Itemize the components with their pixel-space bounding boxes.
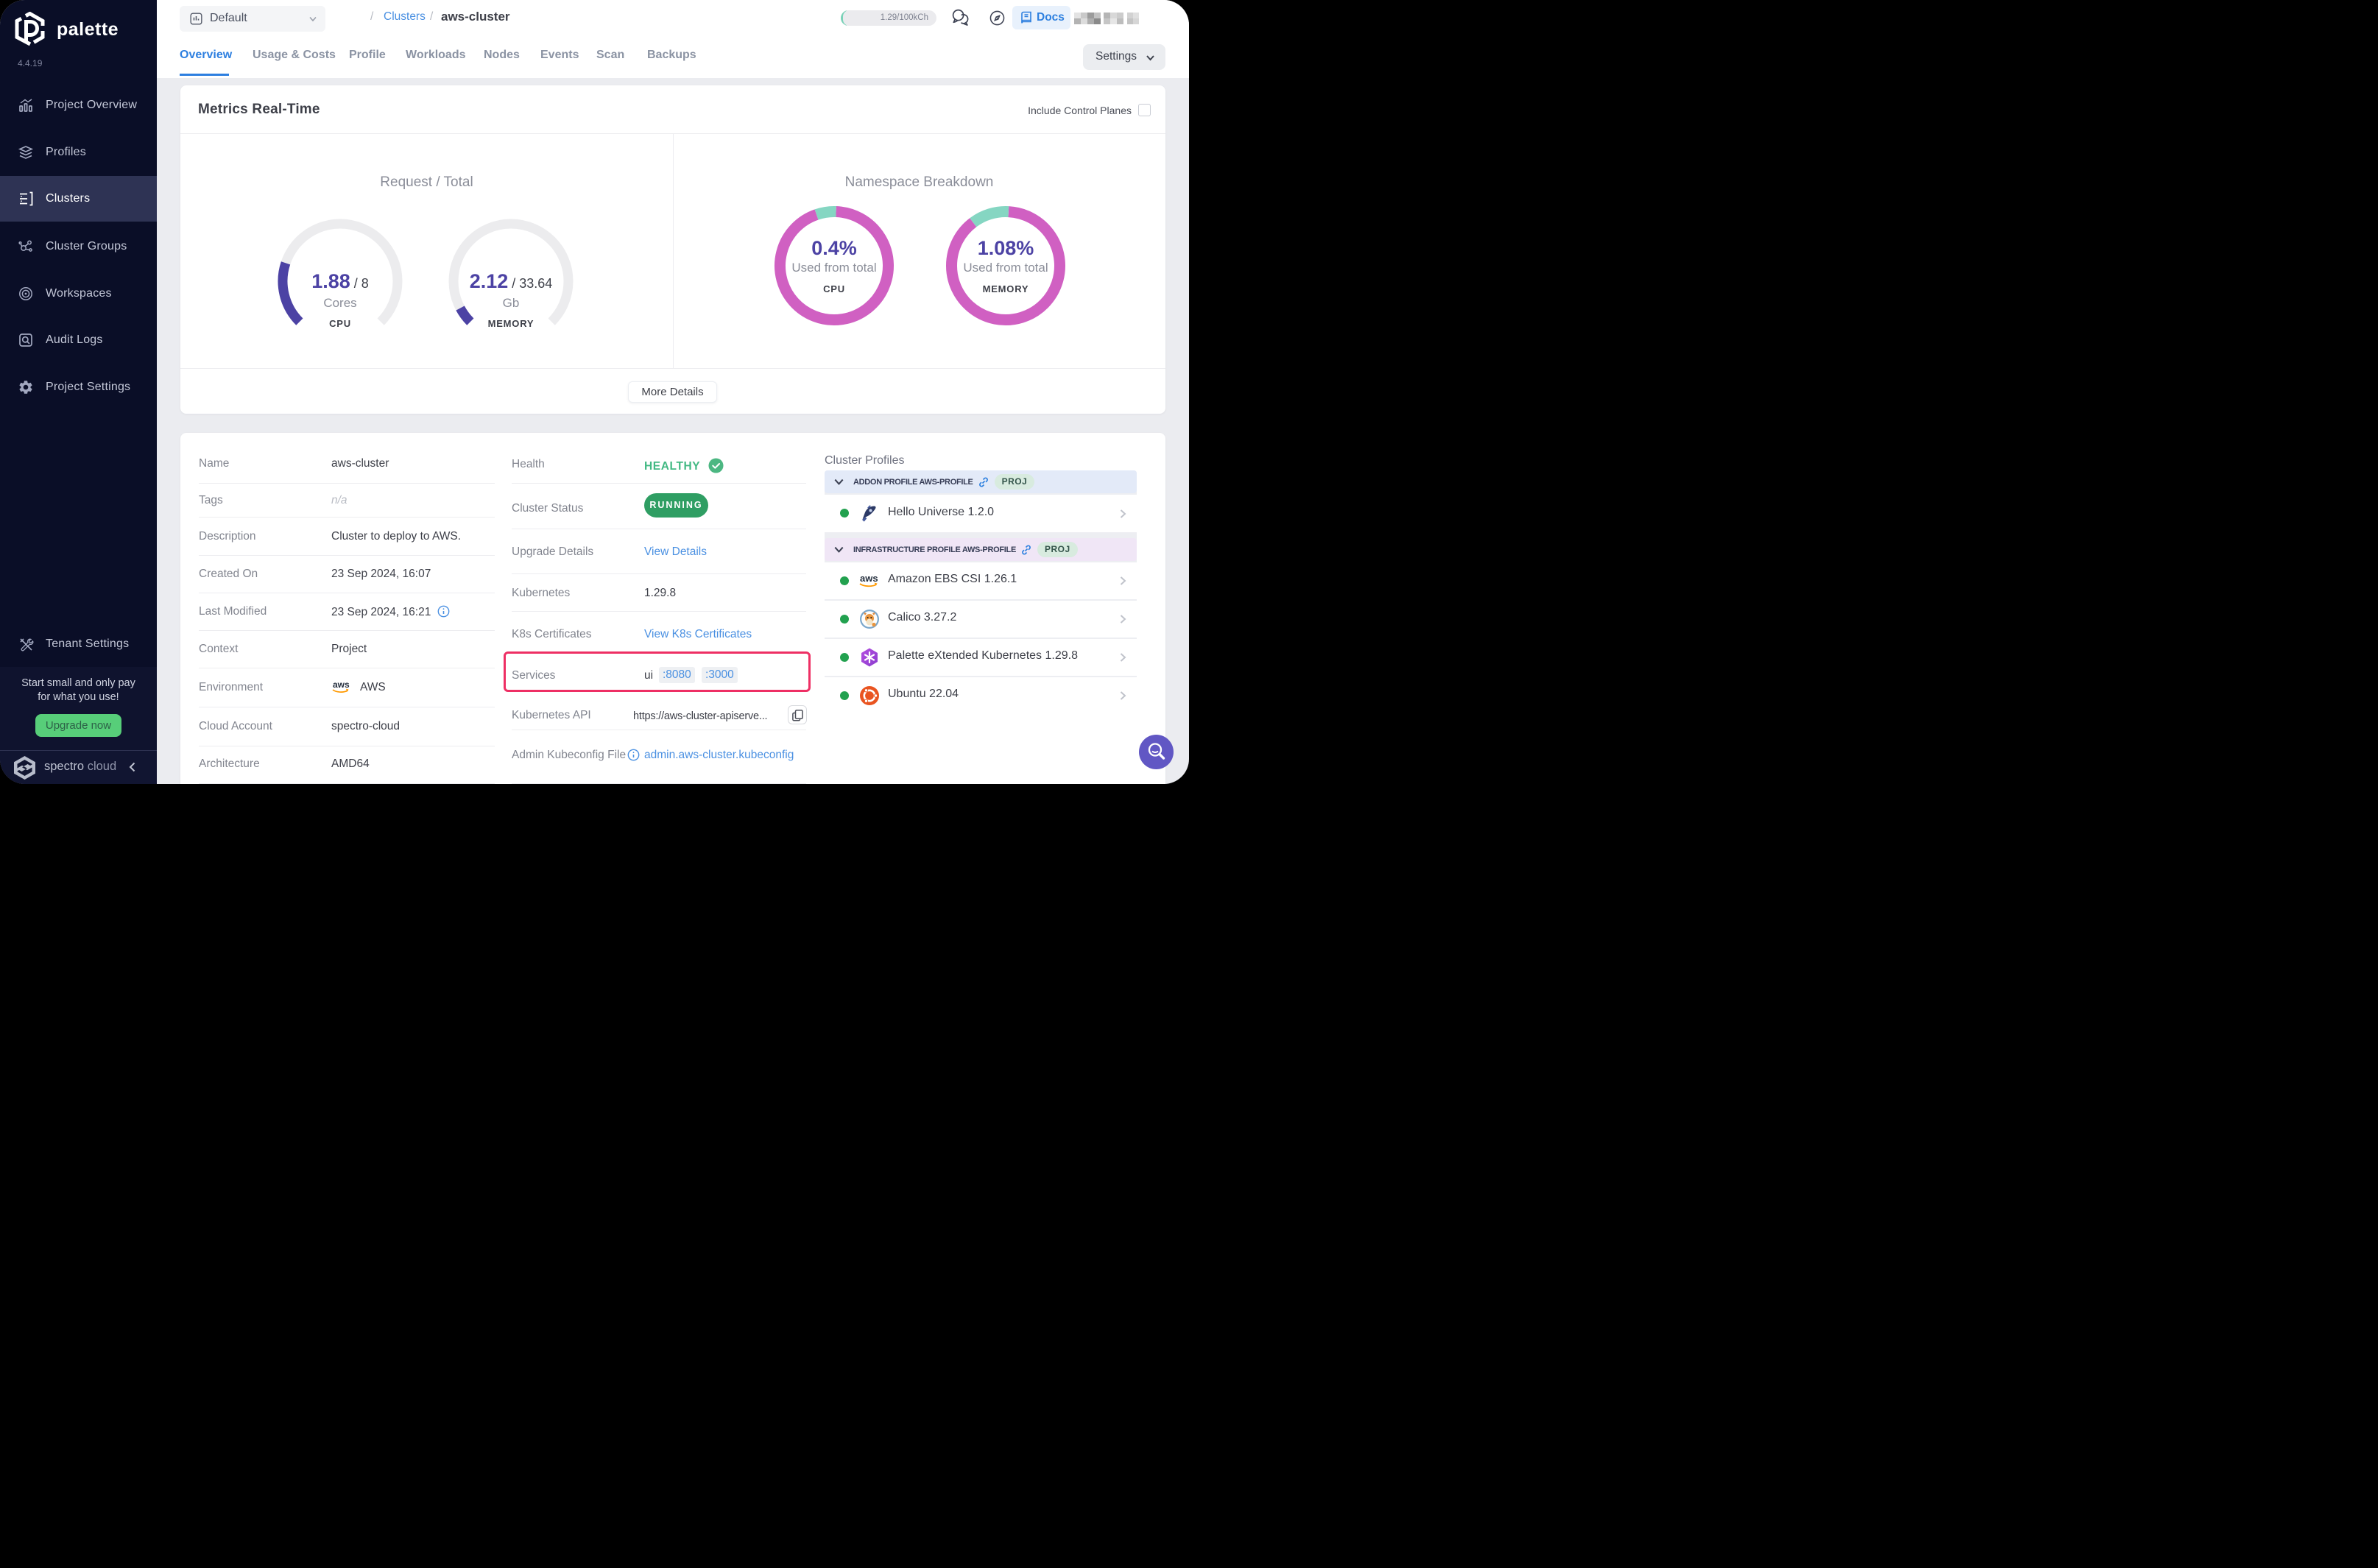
svg-text:aws: aws: [860, 573, 878, 584]
svg-text:aws: aws: [333, 679, 350, 690]
